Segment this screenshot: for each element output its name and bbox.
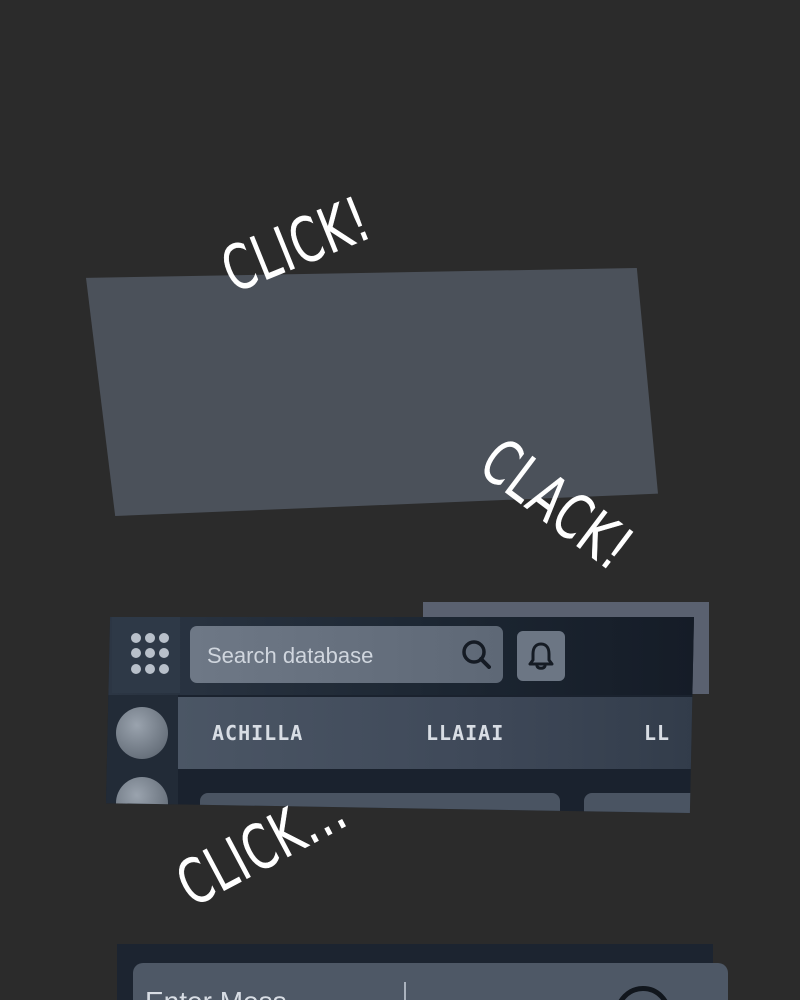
search-input[interactable]: Search database bbox=[190, 626, 503, 683]
bell-icon bbox=[528, 642, 554, 670]
comic-scene: CLICK! CLACK! Search database ACHILLA LL… bbox=[0, 0, 800, 1000]
app-screen-fragment: Search database ACHILLA LLAIAI LL bbox=[106, 617, 694, 813]
row-label: LLAIAI bbox=[426, 721, 505, 745]
message-input-text: Enter Mess bbox=[145, 986, 287, 1000]
notification-button[interactable] bbox=[517, 631, 565, 681]
search-icon[interactable] bbox=[461, 639, 491, 669]
row-label: ACHILLA bbox=[212, 721, 304, 745]
search-placeholder: Search database bbox=[207, 643, 374, 668]
row-label: LL bbox=[644, 721, 671, 745]
avatar[interactable] bbox=[116, 707, 168, 759]
message-bar: Enter Mess bbox=[117, 944, 728, 1000]
menu-button[interactable] bbox=[112, 617, 180, 693]
list-item[interactable] bbox=[584, 793, 694, 813]
input-divider bbox=[404, 982, 406, 1000]
grid-dots-icon bbox=[131, 633, 173, 675]
